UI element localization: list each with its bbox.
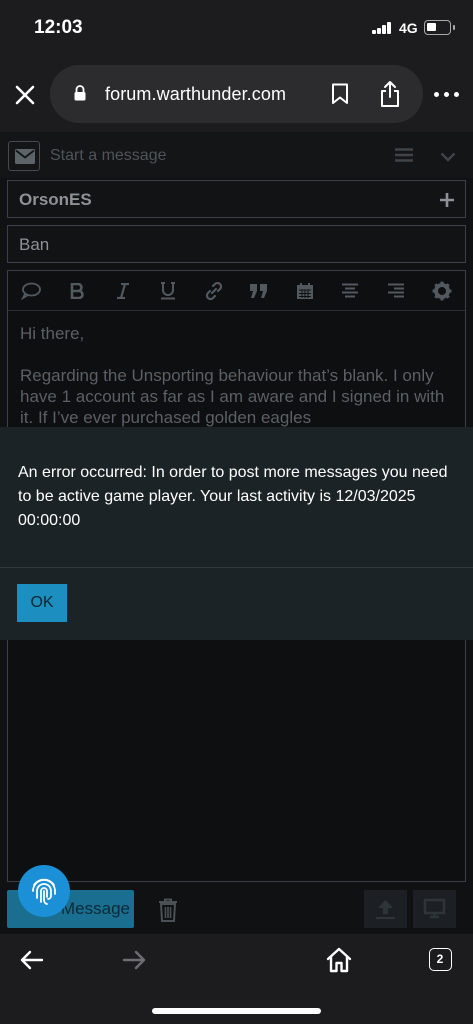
network-label: 4G [399, 20, 418, 36]
ok-label: OK [30, 594, 54, 611]
start-message-placeholder[interactable]: Start a message [50, 147, 167, 165]
envelope-icon[interactable] [8, 141, 40, 171]
status-bar: 12:03 4G [0, 0, 473, 58]
url-text: forum.warthunder.com [105, 84, 287, 104]
bookmark-icon[interactable] [331, 83, 349, 105]
speech-bubble-icon[interactable] [19, 279, 43, 303]
body-line: Regarding the Unsporting behaviour that’… [20, 366, 445, 427]
forum-page: Start a message OrsonES Ban Hi there, Re… [0, 132, 473, 934]
chevron-down-icon[interactable] [440, 149, 456, 162]
forward-arrow-icon[interactable] [122, 950, 146, 970]
address-bar[interactable]: forum.warthunder.com [50, 65, 423, 123]
fingerprint-icon[interactable] [18, 865, 70, 917]
quote-icon[interactable] [247, 279, 271, 303]
align-center-icon[interactable] [338, 279, 362, 303]
body-line: Hi there, [20, 324, 85, 343]
add-recipient-icon[interactable] [439, 192, 455, 208]
dialog-divider [0, 567, 473, 568]
more-icon[interactable] [434, 88, 460, 102]
recipient-field[interactable]: OrsonES [7, 180, 466, 218]
lock-icon [74, 85, 86, 101]
editor-toolbar [8, 271, 465, 311]
upload-button[interactable] [364, 890, 407, 928]
ok-button[interactable]: OK [17, 584, 67, 622]
browser-bottom-bar: 2 [0, 934, 473, 1024]
error-dialog: An error occurred: In order to post more… [0, 427, 473, 640]
calendar-icon[interactable] [293, 279, 317, 303]
tabs-button[interactable]: 2 [429, 948, 452, 971]
recipient-value: OrsonES [19, 190, 92, 209]
subject-value: Ban [19, 235, 50, 254]
error-message: An error occurred: In order to post more… [18, 464, 448, 529]
status-time: 12:03 [34, 17, 83, 38]
list-icon[interactable] [395, 148, 413, 162]
share-icon[interactable] [378, 80, 402, 108]
italic-icon[interactable] [111, 279, 135, 303]
subject-field[interactable]: Ban [7, 225, 466, 263]
back-arrow-icon[interactable] [20, 950, 44, 970]
home-indicator[interactable] [152, 1008, 321, 1014]
battery-icon [424, 20, 455, 35]
link-icon[interactable] [202, 279, 226, 303]
send-message-label: Message [61, 899, 130, 918]
bold-icon[interactable] [65, 279, 89, 303]
browser-toolbar: forum.warthunder.com [0, 58, 473, 132]
underline-icon[interactable] [156, 279, 180, 303]
composer-header: Start a message [0, 132, 473, 178]
composer-actions: Message [0, 884, 473, 934]
preview-button[interactable] [413, 890, 456, 928]
align-right-icon[interactable] [384, 279, 408, 303]
trash-icon[interactable] [158, 898, 178, 922]
tab-count: 2 [436, 952, 444, 966]
home-icon[interactable] [326, 947, 352, 973]
gear-icon[interactable] [430, 279, 454, 303]
close-icon[interactable] [10, 80, 40, 110]
signal-icon [372, 22, 392, 34]
